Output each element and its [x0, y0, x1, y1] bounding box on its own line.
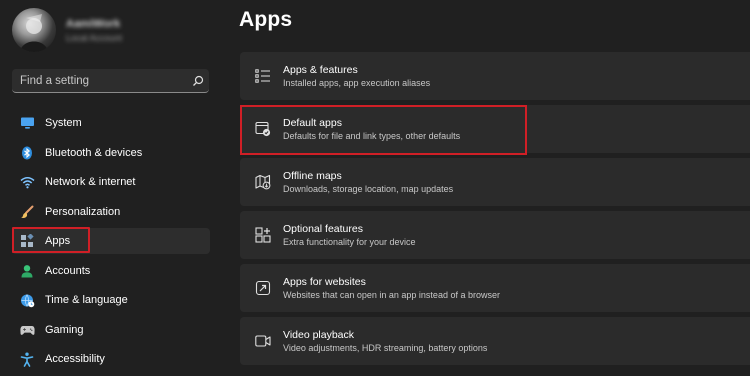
- search-input[interactable]: [12, 68, 187, 93]
- sidebar-item-personalization[interactable]: Personalization: [12, 199, 210, 225]
- sidebar-item-label: Network & internet: [45, 176, 136, 188]
- card-default-apps[interactable]: Default apps Defaults for file and link …: [240, 105, 750, 155]
- sidebar-item-label: System: [45, 117, 82, 129]
- sidebar-item-accounts[interactable]: Accounts: [12, 258, 210, 284]
- card-title: Offline maps: [283, 170, 342, 182]
- sidebar-item-label: Gaming: [45, 323, 84, 336]
- card-description: Downloads, storage location, map updates: [283, 184, 454, 194]
- default-apps-icon: [252, 118, 274, 140]
- sidebar-item-time-language[interactable]: Time & language: [12, 287, 210, 313]
- add-grid-icon: [252, 224, 274, 246]
- sidebar-item-label: Accounts: [45, 264, 91, 277]
- sidebar-item-bluetooth-devices[interactable]: Bluetooth & devices: [12, 140, 210, 166]
- globe-clock-icon: [19, 292, 35, 308]
- sidebar-item-accessibility[interactable]: Accessibility: [12, 346, 210, 372]
- search-box[interactable]: [12, 68, 209, 93]
- sidebar: AamiWork Local Account System Bluetooth …: [0, 0, 222, 375]
- wifi-icon: [19, 174, 35, 190]
- profile-name: AamiWork: [66, 17, 121, 30]
- card-title: Optional features: [283, 223, 363, 235]
- map-icon: [252, 171, 274, 193]
- apps-icon: [19, 233, 35, 249]
- bluetooth-icon: [19, 145, 35, 161]
- user-profile[interactable]: AamiWork Local Account: [12, 7, 122, 53]
- sidebar-item-apps[interactable]: Apps: [12, 227, 210, 254]
- search-icon[interactable]: [187, 70, 209, 92]
- page-title: Apps: [239, 8, 293, 31]
- profile-account-type: Local Account: [66, 32, 123, 43]
- video-icon: [252, 330, 274, 352]
- brush-icon: [19, 204, 35, 220]
- card-description: Defaults for file and link types, other …: [283, 131, 461, 141]
- sidebar-item-label: Personalization: [45, 205, 121, 218]
- sidebar-nav: System Bluetooth & devices Network & int…: [12, 110, 210, 376]
- settings-cards: Apps & features Installed apps, app exec…: [240, 52, 750, 370]
- card-apps-features[interactable]: Apps & features Installed apps, app exec…: [240, 52, 750, 100]
- card-optional-features[interactable]: Optional features Extra functionality fo…: [240, 211, 750, 259]
- gamepad-icon: [19, 322, 35, 338]
- sidebar-item-system[interactable]: System: [12, 110, 210, 136]
- person-icon: [19, 263, 35, 279]
- card-description: Extra functionality for your device: [283, 237, 416, 247]
- sidebar-item-label: Apps: [45, 235, 71, 247]
- card-video-playback[interactable]: Video playback Video adjustments, HDR st…: [240, 317, 750, 365]
- card-offline-maps[interactable]: Offline maps Downloads, storage location…: [240, 158, 750, 206]
- card-title: Apps for websites: [283, 276, 366, 288]
- sidebar-item-label: Accessibility: [45, 353, 105, 365]
- card-title: Video playback: [283, 329, 355, 341]
- card-apps-for-websites[interactable]: Apps for websites Websites that can open…: [240, 264, 750, 312]
- card-title: Apps & features: [283, 64, 358, 76]
- sidebar-item-label: Bluetooth & devices: [45, 146, 143, 159]
- accessibility-icon: [19, 351, 35, 367]
- card-description: Websites that can open in an app instead…: [283, 290, 500, 300]
- sidebar-item-gaming[interactable]: Gaming: [12, 317, 210, 343]
- card-description: Installed apps, app execution aliases: [283, 78, 431, 88]
- monitor-icon: [19, 115, 35, 131]
- avatar: [12, 8, 56, 52]
- card-title: Default apps: [283, 117, 342, 129]
- list-icon: [252, 65, 274, 87]
- sidebar-item-label: Time & language: [45, 294, 128, 306]
- card-description: Video adjustments, HDR streaming, batter…: [283, 343, 488, 353]
- open-link-icon: [252, 277, 274, 299]
- sidebar-item-network-internet[interactable]: Network & internet: [12, 169, 210, 195]
